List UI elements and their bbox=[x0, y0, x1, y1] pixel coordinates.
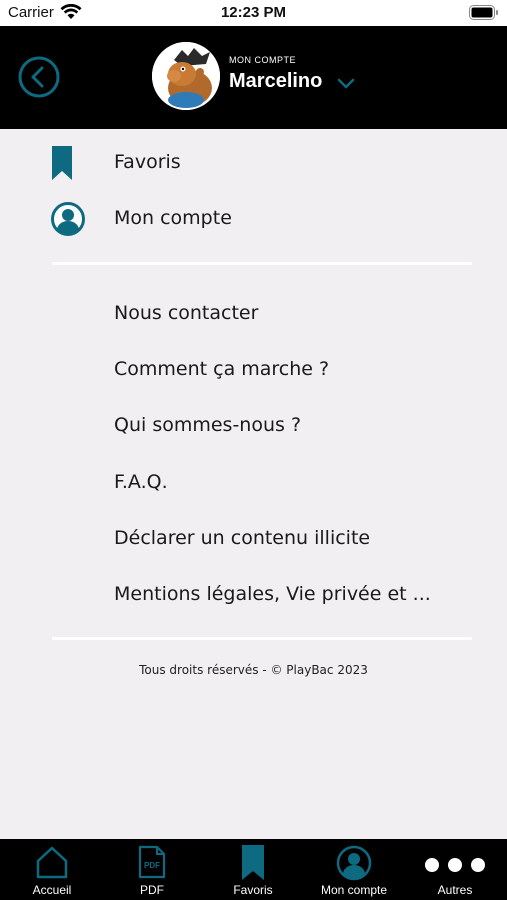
tab-bar: Accueil PDF PDF Favoris Mon compte Autre… bbox=[0, 839, 507, 900]
tab-pdf[interactable]: PDF PDF bbox=[102, 839, 202, 900]
user-circle-icon bbox=[336, 845, 372, 881]
tab-label-pdf: PDF bbox=[140, 883, 164, 897]
bookmark-icon bbox=[242, 845, 264, 880]
menu-item-qui-sommes-nous[interactable]: Qui sommes-nous ? bbox=[114, 414, 301, 436]
home-icon bbox=[36, 846, 68, 879]
tab-favoris[interactable]: Favoris bbox=[203, 839, 303, 900]
battery-icon bbox=[469, 5, 498, 20]
svg-text:PDF: PDF bbox=[144, 861, 160, 870]
back-button[interactable] bbox=[18, 56, 60, 98]
account-label: MON COMPTE bbox=[229, 55, 296, 65]
status-bar: Carrier 12:23 PM bbox=[0, 0, 507, 26]
menu-item-faq[interactable]: F.A.Q. bbox=[114, 471, 168, 493]
status-time: 12:23 PM bbox=[220, 4, 287, 21]
footer-divider bbox=[52, 637, 472, 640]
menu-item-favoris[interactable]: Favoris bbox=[114, 151, 181, 173]
tab-label-favoris: Favoris bbox=[233, 883, 273, 897]
app-header: MON COMPTE Marcelino bbox=[0, 26, 507, 129]
menu-divider bbox=[52, 262, 472, 265]
tab-label-autres: Autres bbox=[437, 883, 473, 897]
menu-item-comment-ca-marche[interactable]: Comment ça marche ? bbox=[114, 358, 329, 380]
avatar-character-icon bbox=[152, 42, 220, 110]
user-circle-icon bbox=[51, 202, 85, 236]
chevron-down-icon[interactable] bbox=[337, 77, 355, 89]
bookmark-icon bbox=[52, 146, 72, 180]
account-name[interactable]: Marcelino bbox=[229, 70, 322, 93]
menu-item-declarer-contenu[interactable]: Déclarer un contenu illicite bbox=[114, 527, 370, 549]
more-dots-icon bbox=[425, 858, 485, 872]
tab-mon-compte[interactable]: Mon compte bbox=[304, 839, 404, 900]
menu-item-nous-contacter[interactable]: Nous contacter bbox=[114, 302, 258, 324]
menu-item-mentions-legales[interactable]: Mentions légales, Vie privée et ... bbox=[114, 583, 431, 605]
tab-accueil[interactable]: Accueil bbox=[2, 839, 102, 900]
tab-autres[interactable]: Autres bbox=[405, 839, 505, 900]
menu-item-mon-compte[interactable]: Mon compte bbox=[114, 207, 232, 229]
copyright-text: Tous droits réservés - © PlayBac 2023 bbox=[139, 663, 368, 677]
tab-label-accueil: Accueil bbox=[32, 883, 72, 897]
pdf-icon: PDF bbox=[138, 845, 166, 879]
tab-label-mon-compte: Mon compte bbox=[320, 883, 388, 897]
avatar[interactable] bbox=[152, 42, 220, 110]
